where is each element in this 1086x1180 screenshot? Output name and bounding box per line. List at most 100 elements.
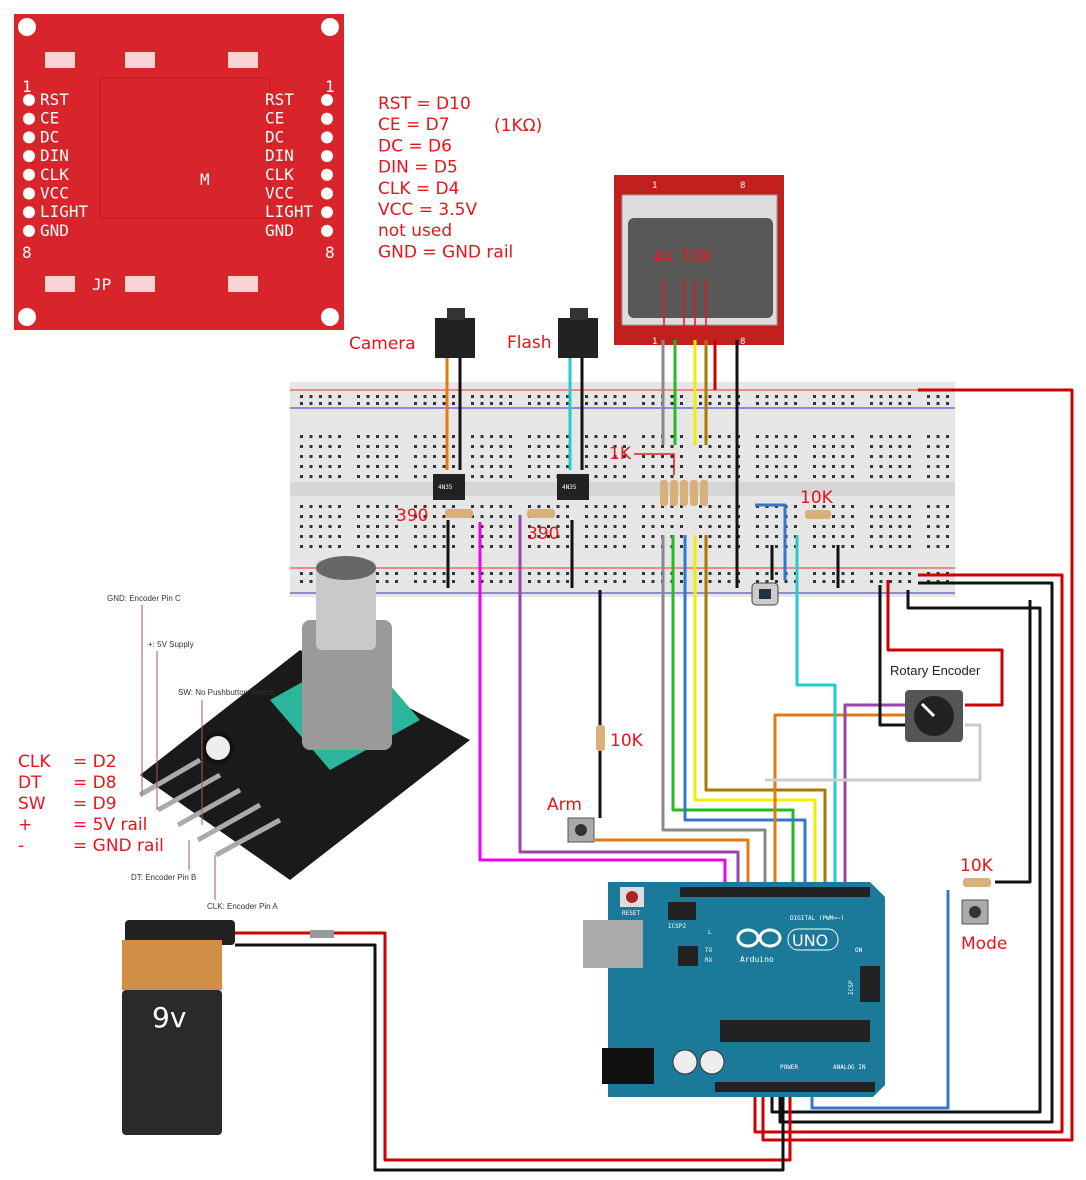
breadboard-hole	[556, 402, 560, 405]
breadboard-hole	[680, 435, 683, 438]
breadboard-hole	[490, 455, 493, 458]
breadboard-hole	[509, 435, 512, 438]
breadboard-hole	[328, 465, 332, 468]
breadboard-hole	[946, 402, 949, 405]
breadboard-hole	[898, 580, 902, 583]
breadboard-hole	[309, 475, 313, 478]
breadboard-hole	[556, 435, 560, 438]
breadboard-hole	[870, 572, 873, 575]
breadboard-hole	[442, 445, 446, 448]
breadboard-hole	[385, 465, 389, 468]
breadboard-hole	[708, 402, 712, 405]
breadboard-hole	[718, 475, 721, 478]
breadboard-hole	[718, 580, 721, 583]
breadboard-hole	[328, 445, 332, 448]
rotary-encoder[interactable]	[905, 690, 963, 742]
breadboard-hole	[642, 535, 645, 538]
breadboard-hole	[775, 445, 778, 448]
breadboard-hole	[889, 515, 892, 518]
arduino-icsp-label: ICSP	[848, 980, 855, 995]
mode-button[interactable]	[961, 899, 989, 925]
breadboard-hole	[680, 455, 683, 458]
breadboard-hole	[841, 465, 845, 468]
breadboard-hole	[756, 535, 759, 538]
breadboard-hole	[385, 535, 389, 538]
breadboard-hole	[433, 465, 436, 468]
breadboard-hole	[338, 475, 341, 478]
breadboard-hole	[908, 465, 911, 468]
breadboard-hole	[490, 545, 493, 548]
breadboard-hole	[433, 435, 436, 438]
breadboard-hole	[765, 395, 769, 398]
breadboard-hole	[813, 402, 816, 405]
breadboard-hole	[623, 505, 626, 508]
breadboard-hole	[727, 475, 731, 478]
breadboard-hole	[414, 435, 417, 438]
breadboard-hole	[775, 572, 778, 575]
encoder-plus-note: +: 5V Supply	[148, 640, 194, 649]
encoder-mapping-pin: CLK	[18, 752, 51, 772]
breadboard-hole	[822, 572, 826, 575]
arm-button[interactable]	[567, 817, 595, 843]
breadboard-hole	[898, 545, 902, 548]
breadboard-hole	[357, 435, 360, 438]
power-switch[interactable]	[310, 930, 334, 938]
breadboard-hole	[585, 515, 588, 518]
breadboard-hole	[442, 435, 446, 438]
breadboard-hole	[509, 525, 512, 528]
breadboard-hole	[499, 475, 503, 478]
breadboard-hole	[499, 435, 503, 438]
breadboard-hole	[699, 465, 702, 468]
nokia-lcd: 1 8 1 8 4x 10K	[614, 175, 784, 347]
breadboard-hole	[936, 435, 940, 438]
breadboard-hole	[357, 402, 360, 405]
breadboard-hole	[908, 525, 911, 528]
breadboard-hole	[651, 505, 655, 508]
breadboard-hole	[433, 445, 436, 448]
breadboard-hole	[604, 445, 607, 448]
breadboard-hole	[718, 435, 721, 438]
arduino-digital-label: DIGITAL (PWM=~)	[790, 915, 844, 922]
breadboard-hole	[699, 535, 702, 538]
breadboard-hole	[604, 505, 607, 508]
breadboard-hole	[680, 535, 683, 538]
breadboard-hole	[765, 475, 769, 478]
breadboard-hole	[490, 465, 493, 468]
breadboard-hole	[784, 580, 788, 583]
breadboard-hole	[585, 580, 588, 583]
breadboard-hole	[499, 580, 503, 583]
lcd-mapping-line: RST = D10	[378, 94, 471, 114]
breadboard-hole	[471, 435, 474, 438]
breadboard-hole	[765, 465, 769, 468]
lcd-right-pin-label: GND	[265, 221, 294, 240]
breadboard-hole	[794, 455, 797, 458]
breadboard-hole	[642, 395, 645, 398]
breadboard-hole	[594, 465, 598, 468]
breadboard-hole	[879, 445, 883, 448]
breadboard-hole	[338, 402, 341, 405]
arduino-model: UNO	[792, 931, 828, 950]
breadboard-hole	[433, 505, 436, 508]
breadboard-hole	[623, 475, 626, 478]
nokia-resistor-label: 4x 10K	[653, 247, 713, 267]
breadboard-hole	[613, 435, 617, 438]
breadboard-hole	[898, 465, 902, 468]
lcd-m-label: M	[200, 170, 210, 189]
breadboard-hole	[870, 515, 873, 518]
breadboard-hole	[547, 395, 550, 398]
breadboard-hole	[442, 545, 446, 548]
breadboard-hole	[300, 545, 303, 548]
breadboard-hole	[300, 465, 303, 468]
breadboard-button[interactable]	[751, 582, 779, 606]
breadboard-hole	[661, 525, 664, 528]
lcd-left-pin-label: CLK	[40, 165, 69, 184]
camera-jack	[435, 308, 475, 358]
breadboard-hole	[794, 475, 797, 478]
breadboard-hole	[813, 445, 816, 448]
breadboard-hole	[480, 402, 484, 405]
breadboard-hole	[699, 545, 702, 548]
breadboard-hole	[651, 395, 655, 398]
breadboard-hole	[670, 402, 674, 405]
breadboard-hole	[480, 465, 484, 468]
breadboard-hole	[680, 545, 683, 548]
